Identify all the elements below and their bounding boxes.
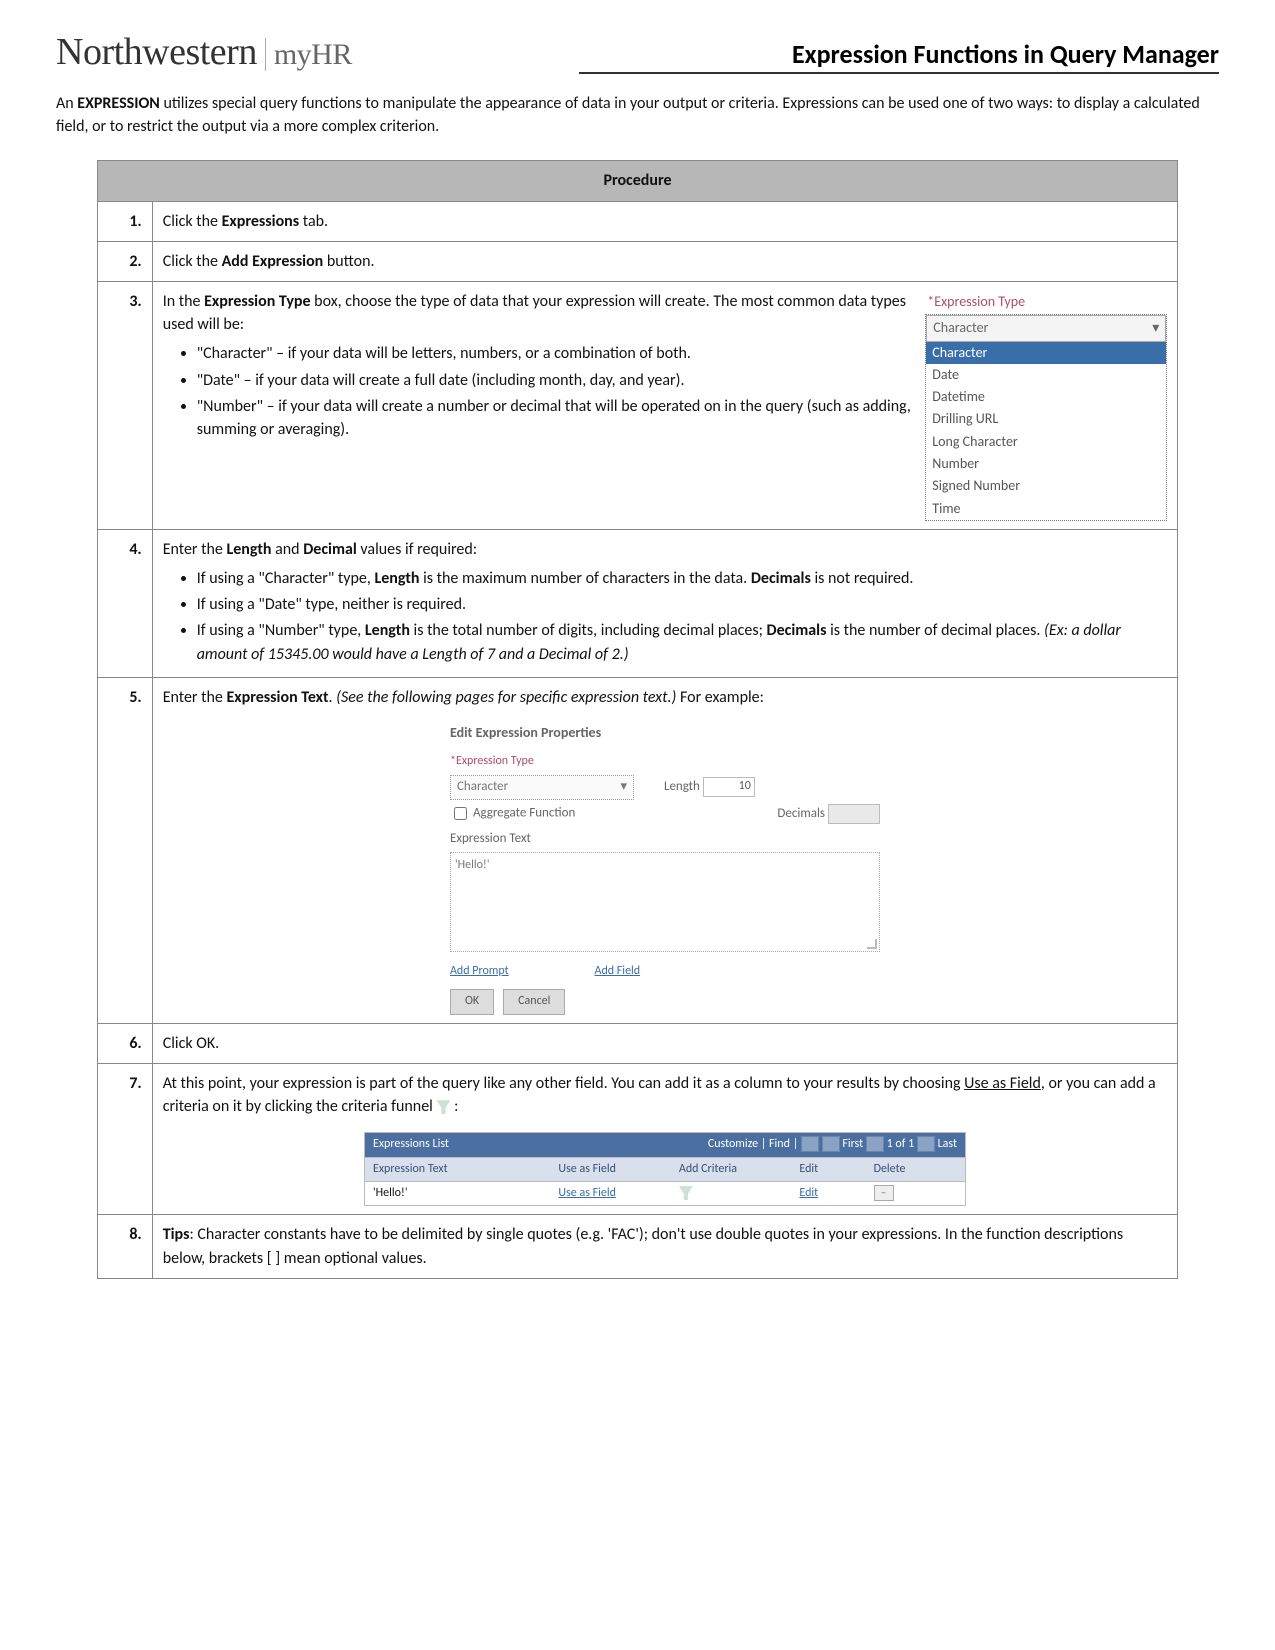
funnel-icon[interactable]: [679, 1186, 693, 1200]
step-num: 5.: [97, 677, 152, 1023]
add-prompt-link[interactable]: Add Prompt: [450, 964, 509, 978]
page-title: Expression Functions in Query Manager: [579, 38, 1219, 74]
step-text: At this point, your expression is part o…: [152, 1063, 1178, 1215]
step-num: 1.: [97, 201, 152, 241]
step-text: Enter the Expression Text. (See the foll…: [152, 677, 1178, 1023]
prev-icon[interactable]: [866, 1136, 884, 1152]
step-text: Click the Expressions tab.: [152, 201, 1178, 241]
expressions-list-grid: Expressions List Customize | Find | Firs…: [364, 1132, 966, 1206]
delete-button[interactable]: −: [874, 1185, 894, 1201]
step-text: In the Expression Type box, choose the t…: [152, 281, 1178, 529]
aggregate-checkbox[interactable]: [454, 807, 467, 820]
chevron-down-icon: ▾: [620, 778, 627, 797]
step-num: 3.: [97, 281, 152, 529]
step-text: Tips: Character constants have to be del…: [152, 1215, 1178, 1278]
add-field-link[interactable]: Add Field: [595, 964, 641, 978]
next-icon[interactable]: [917, 1136, 935, 1152]
grid-icon[interactable]: [822, 1136, 840, 1152]
funnel-icon: [436, 1100, 450, 1114]
step-text: Click OK.: [152, 1023, 1178, 1063]
use-as-field-link[interactable]: Use as Field: [558, 1185, 679, 1202]
step-text: Click the Add Expression button.: [152, 241, 1178, 281]
step-num: 6.: [97, 1023, 152, 1063]
edit-link[interactable]: Edit: [799, 1185, 873, 1202]
decimals-input[interactable]: [828, 804, 880, 824]
expr-type-label: *Expression Type: [927, 292, 1167, 312]
intro: An EXPRESSION utilizes special query fun…: [56, 92, 1219, 138]
step-num: 2.: [97, 241, 152, 281]
length-input[interactable]: 10: [703, 777, 755, 797]
expr-type-select[interactable]: Character▾: [450, 775, 634, 800]
expr-type-dropdown[interactable]: Character▾ Character Date Datetime Drill…: [925, 314, 1167, 521]
brand-name: Northwestern: [56, 31, 257, 73]
procedure-table: Procedure 1. Click the Expressions tab. …: [97, 160, 1179, 1278]
step-num: 8.: [97, 1215, 152, 1278]
step-num: 4.: [97, 529, 152, 677]
edit-expression-panel: Edit Expression Properties *Expression T…: [450, 723, 880, 1015]
chevron-down-icon: ▾: [1152, 318, 1159, 338]
brand: NorthwesternmyHR: [56, 30, 352, 74]
cancel-button[interactable]: Cancel: [503, 989, 565, 1014]
step-num: 7.: [97, 1063, 152, 1215]
ok-button[interactable]: OK: [450, 989, 494, 1014]
grid-icon[interactable]: [801, 1136, 819, 1152]
step-text: Enter the Length and Decimal values if r…: [152, 529, 1178, 677]
procedure-header: Procedure: [97, 161, 1178, 201]
brand-sub: myHR: [265, 38, 352, 71]
expression-text-input[interactable]: 'Hello!': [450, 852, 880, 952]
